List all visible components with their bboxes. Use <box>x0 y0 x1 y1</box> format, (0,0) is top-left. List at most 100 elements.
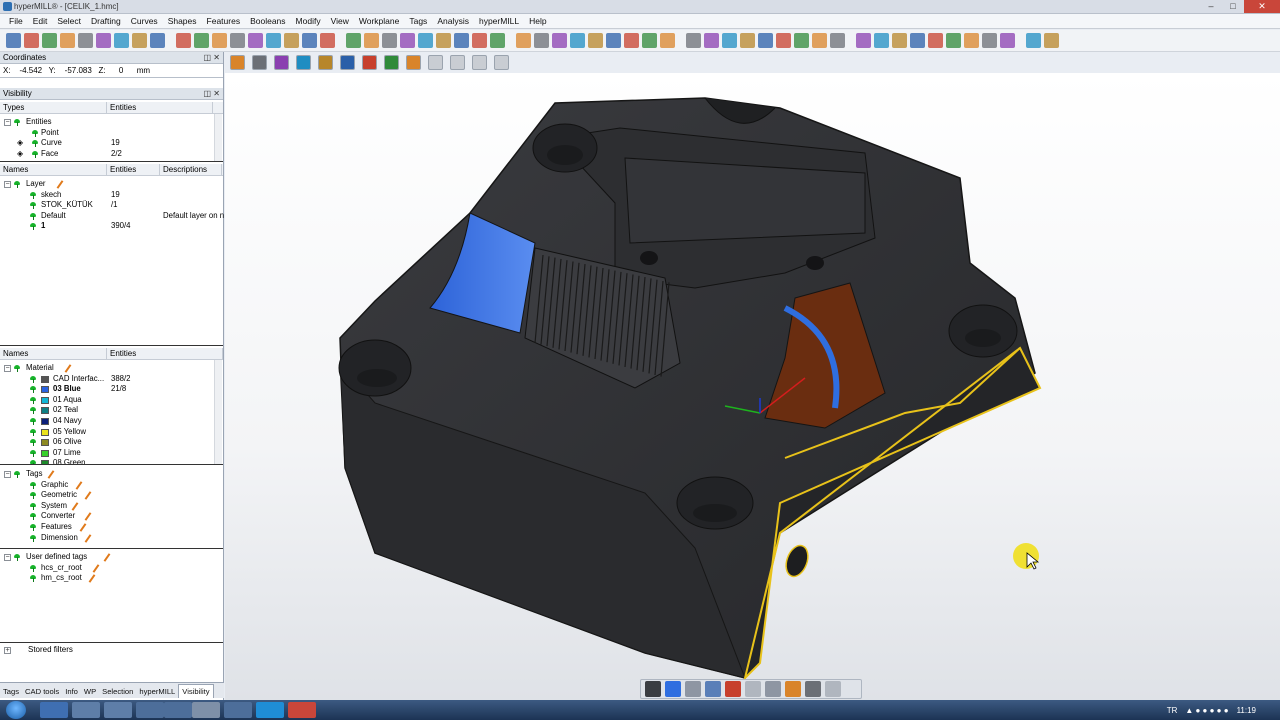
visibility-pin-icon[interactable] <box>30 564 36 572</box>
visibility-pin-icon[interactable] <box>30 417 36 425</box>
stored-filters-label[interactable]: Stored filters <box>28 645 73 656</box>
menu-tags[interactable]: Tags <box>404 16 432 26</box>
type-row[interactable]: Point <box>0 128 223 139</box>
menu-analysis[interactable]: Analysis <box>432 16 474 26</box>
visibility-pin-icon[interactable] <box>30 439 36 447</box>
material-row[interactable]: − Material <box>0 363 223 374</box>
expand-toggle[interactable]: − <box>4 554 11 561</box>
edit-pencil-icon[interactable] <box>84 513 91 520</box>
visibility-pin-icon[interactable] <box>30 523 36 531</box>
toolbar-tool-icon[interactable] <box>1026 33 1041 48</box>
expand-toggle[interactable]: − <box>4 365 11 372</box>
toolbar-tool-icon[interactable] <box>472 55 487 70</box>
toolbar-tool-icon[interactable] <box>340 55 355 70</box>
toolbar-tool-icon[interactable] <box>320 33 335 48</box>
menu-drafting[interactable]: Drafting <box>86 16 126 26</box>
edit-pencil-icon[interactable] <box>103 554 110 561</box>
material-row[interactable]: 07 Lime <box>0 448 223 459</box>
menu-view[interactable]: View <box>326 16 354 26</box>
tag-row[interactable]: − Tags <box>0 469 223 480</box>
menu-hypermill[interactable]: hyperMILL <box>474 16 524 26</box>
view-tool-icon[interactable] <box>745 681 761 697</box>
tag-row[interactable]: Dimension <box>0 533 223 544</box>
edit-pencil-icon[interactable] <box>75 482 82 489</box>
menu-curves[interactable]: Curves <box>126 16 163 26</box>
toolbar-tool-icon[interactable] <box>248 33 263 48</box>
menu-booleans[interactable]: Booleans <box>245 16 290 26</box>
tag-row[interactable]: Features <box>0 522 223 533</box>
expand-toggle[interactable]: − <box>4 119 11 126</box>
view-tool-icon[interactable] <box>785 681 801 697</box>
toolbar-tool-icon[interactable] <box>60 33 75 48</box>
panel-controls[interactable]: ◫ ✕ <box>204 52 220 64</box>
visibility-pin-icon[interactable] <box>14 365 20 372</box>
tag-row[interactable]: Geometric <box>0 490 223 501</box>
visibility-pin-icon[interactable] <box>32 140 38 148</box>
menu-modify[interactable]: Modify <box>291 16 326 26</box>
toolbar-tool-icon[interactable] <box>874 33 889 48</box>
model-canvas[interactable] <box>225 73 1280 700</box>
visibility-pin-icon[interactable] <box>14 181 20 188</box>
menu-edit[interactable]: Edit <box>28 16 53 26</box>
material-row[interactable]: 04 Navy <box>0 416 223 427</box>
toolbar-tool-icon[interactable] <box>384 55 399 70</box>
toolbar-tool-icon[interactable] <box>296 55 311 70</box>
panel-tab-wp[interactable]: WP <box>81 685 99 698</box>
toolbar-tool-icon[interactable] <box>274 55 289 70</box>
toolbar-tool-icon[interactable] <box>472 33 487 48</box>
visibility-pin-icon[interactable] <box>14 119 20 126</box>
toolbar-tool-icon[interactable] <box>132 33 147 48</box>
tray-icons[interactable]: ▲ ● ● ● ● ● <box>1185 706 1228 715</box>
toolbar-tool-icon[interactable] <box>892 33 907 48</box>
toolbar-tool-icon[interactable] <box>266 33 281 48</box>
clock[interactable]: 11:19 <box>1237 706 1256 715</box>
toolbar-tool-icon[interactable] <box>928 33 943 48</box>
edit-pencil-icon[interactable] <box>64 365 71 372</box>
toolbar-tool-icon[interactable] <box>362 55 377 70</box>
toolbar-tool-icon[interactable] <box>450 55 465 70</box>
toolbar-tool-icon[interactable] <box>114 33 129 48</box>
column-names[interactable]: Names <box>0 164 107 175</box>
type-row[interactable]: ◈ Face 2/2 <box>0 149 223 160</box>
toolbar-tool-icon[interactable] <box>1000 33 1015 48</box>
visibility-pin-icon[interactable] <box>30 502 36 510</box>
edit-pencil-icon[interactable] <box>88 575 95 582</box>
menu-workplane[interactable]: Workplane <box>354 16 404 26</box>
toolbar-tool-icon[interactable] <box>382 33 397 48</box>
folder-icon[interactable] <box>72 702 100 718</box>
edit-pencil-icon[interactable] <box>84 535 91 542</box>
toolbar-tool-icon[interactable] <box>794 33 809 48</box>
visibility-pin-icon[interactable] <box>30 223 36 231</box>
type-row[interactable]: − Entities <box>0 117 223 128</box>
toolbar-tool-icon[interactable] <box>318 55 333 70</box>
toolbar-tool-icon[interactable] <box>686 33 701 48</box>
toolbar-tool-icon[interactable] <box>552 33 567 48</box>
user-tag-row[interactable]: hm_cs_root <box>0 573 223 584</box>
visibility-pin-icon[interactable] <box>30 428 36 436</box>
edit-pencil-icon[interactable] <box>47 471 54 478</box>
edit-pencil-icon[interactable] <box>84 492 91 499</box>
expand-toggle[interactable]: − <box>4 181 11 188</box>
edit-pencil-icon[interactable] <box>56 181 63 188</box>
material-row[interactable]: 02 Teal <box>0 405 223 416</box>
toolbar-tool-icon[interactable] <box>494 55 509 70</box>
toolbar-tool-icon[interactable] <box>776 33 791 48</box>
visibility-pin-icon[interactable] <box>30 191 36 199</box>
layer-row[interactable]: STOK_KÜTÜK/1 <box>0 200 223 211</box>
visibility-pin-icon[interactable] <box>30 212 36 220</box>
close-button[interactable]: ✕ <box>1244 0 1280 13</box>
toolbar-tool-icon[interactable] <box>400 33 415 48</box>
layer-row[interactable]: Default Default layer on n <box>0 211 224 222</box>
menu-file[interactable]: File <box>4 16 28 26</box>
material-row[interactable]: 06 Olive <box>0 437 223 448</box>
visibility-pin-icon[interactable] <box>30 513 36 521</box>
visibility-pin-icon[interactable] <box>32 129 38 137</box>
menu-help[interactable]: Help <box>524 16 551 26</box>
visibility-pin-icon[interactable] <box>30 534 36 542</box>
chrome-icon[interactable] <box>136 702 164 718</box>
column-entities[interactable]: Entities <box>107 348 223 359</box>
column-entities[interactable]: Entities <box>107 164 160 175</box>
visibility-pin-icon[interactable] <box>30 386 36 394</box>
layer-row[interactable]: 1 390/4 <box>0 221 223 232</box>
toolbar-tool-icon[interactable] <box>230 55 245 70</box>
